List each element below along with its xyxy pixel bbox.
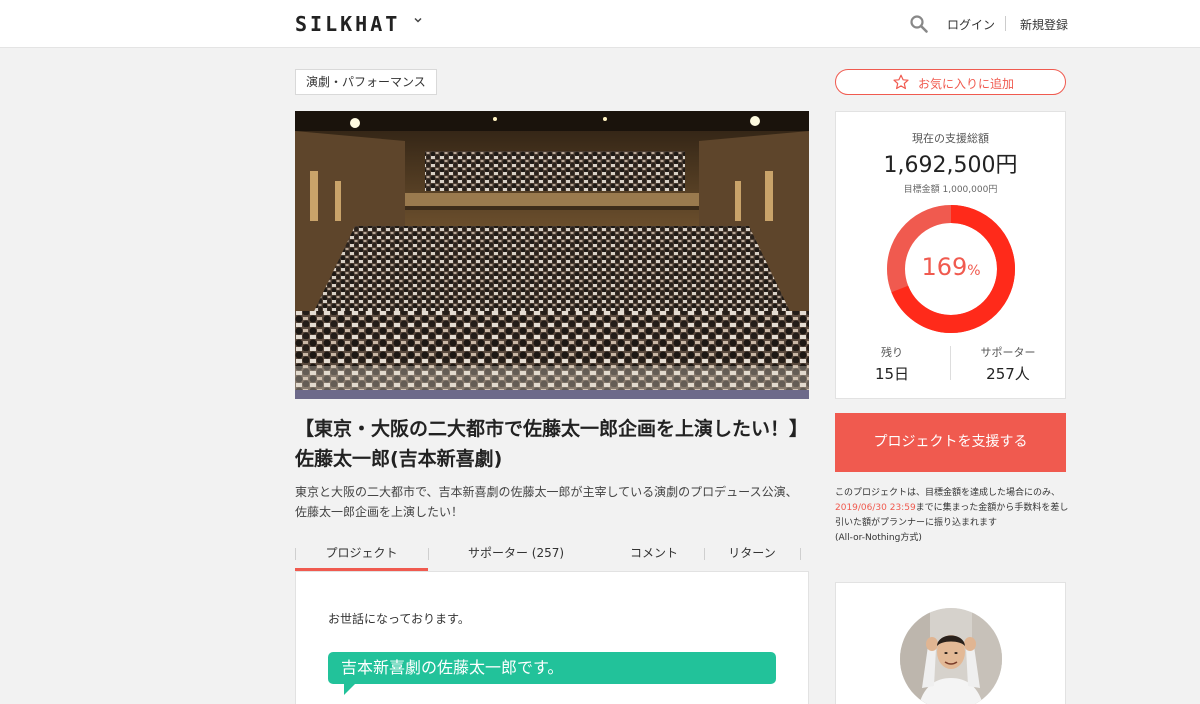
star-icon — [893, 74, 909, 90]
supporters-label: サポーター — [980, 346, 1036, 359]
header-divider — [1005, 16, 1006, 31]
project-title-line1: 【東京・大阪の二大都市で佐藤太一郎企画を上演したい！】 — [295, 418, 809, 440]
funding-type: (All-or-Nothing方式) — [835, 533, 922, 543]
planner-avatar[interactable] — [900, 608, 1002, 704]
progress-percent-sign: % — [967, 263, 981, 279]
progress-percent: 169% — [886, 253, 1016, 281]
speech-bubble-heading: 吉本新喜劇の佐藤太一郎です。 — [328, 652, 776, 684]
goal-amount: 目標金額 1,000,000円 — [903, 185, 998, 195]
note-text-before: このプロジェクトは、目標金額を達成した場合にのみ、 — [835, 488, 1061, 498]
signup-link[interactable]: 新規登録 — [1020, 16, 1068, 33]
add-favorite-button[interactable]: お気に入りに追加 — [835, 69, 1066, 95]
speech-bubble-tail — [344, 684, 355, 695]
add-favorite-label: お気に入りに追加 — [918, 77, 1015, 91]
planner-card — [835, 582, 1066, 704]
project-tabs: プロジェクト サポーター (257) コメント リターン — [295, 543, 809, 573]
chevron-down-icon[interactable] — [412, 14, 424, 26]
current-total-amount: 1,692,500円 — [883, 153, 1018, 178]
project-hero-image — [295, 111, 809, 399]
tab-supporters[interactable]: サポーター (257) — [428, 543, 604, 571]
content-greeting: お世話になっております。 — [328, 612, 470, 626]
supporters-count: 257人 — [986, 365, 1030, 383]
remaining-days: 15日 — [874, 365, 910, 383]
tab-returns[interactable]: リターン — [704, 543, 800, 571]
tab-divider — [800, 548, 801, 560]
project-title: 【東京・大阪の二大都市で佐藤太一郎企画を上演したい！】 佐藤太一郎(吉本新喜劇) — [295, 414, 815, 474]
all-or-nothing-note: このプロジェクトは、目標金額を達成した場合にのみ、 2019/06/30 23:5… — [835, 486, 1071, 546]
tab-comments[interactable]: コメント — [604, 543, 704, 571]
project-summary-line1: 東京と大阪の二大都市で、吉本新喜劇の佐藤太一郎が主宰している演劇のプロデュース公… — [295, 485, 798, 499]
remaining-label: 残り — [881, 346, 903, 359]
deadline-date: 2019/06/30 23:59 — [835, 503, 916, 513]
tab-project[interactable]: プロジェクト — [295, 543, 428, 571]
funding-status-card: 現在の支援総額 1,692,500円 目標金額 1,000,000円 169% … — [835, 111, 1066, 399]
project-content: お世話になっております。 吉本新喜劇の佐藤太一郎です。 — [295, 571, 809, 704]
support-project-button[interactable]: プロジェクトを支援する — [835, 413, 1066, 472]
stat-divider — [950, 346, 951, 380]
search-icon[interactable] — [909, 14, 929, 34]
silkhat-logo[interactable]: SILKHAT — [295, 12, 400, 36]
project-summary: 東京と大阪の二大都市で、吉本新喜劇の佐藤太一郎が主宰している演劇のプロデュース公… — [295, 482, 815, 522]
progress-percent-number: 169 — [921, 253, 968, 281]
project-summary-line2: 佐藤太一郎企画を上演したい！ — [295, 505, 464, 519]
site-header: SILKHAT ログイン 新規登録 — [0, 0, 1200, 48]
category-tag[interactable]: 演劇・パフォーマンス — [295, 69, 437, 95]
project-title-line2: 佐藤太一郎(吉本新喜劇) — [295, 448, 503, 470]
current-total-label: 現在の支援総額 — [912, 132, 989, 145]
login-link[interactable]: ログイン — [947, 16, 995, 33]
